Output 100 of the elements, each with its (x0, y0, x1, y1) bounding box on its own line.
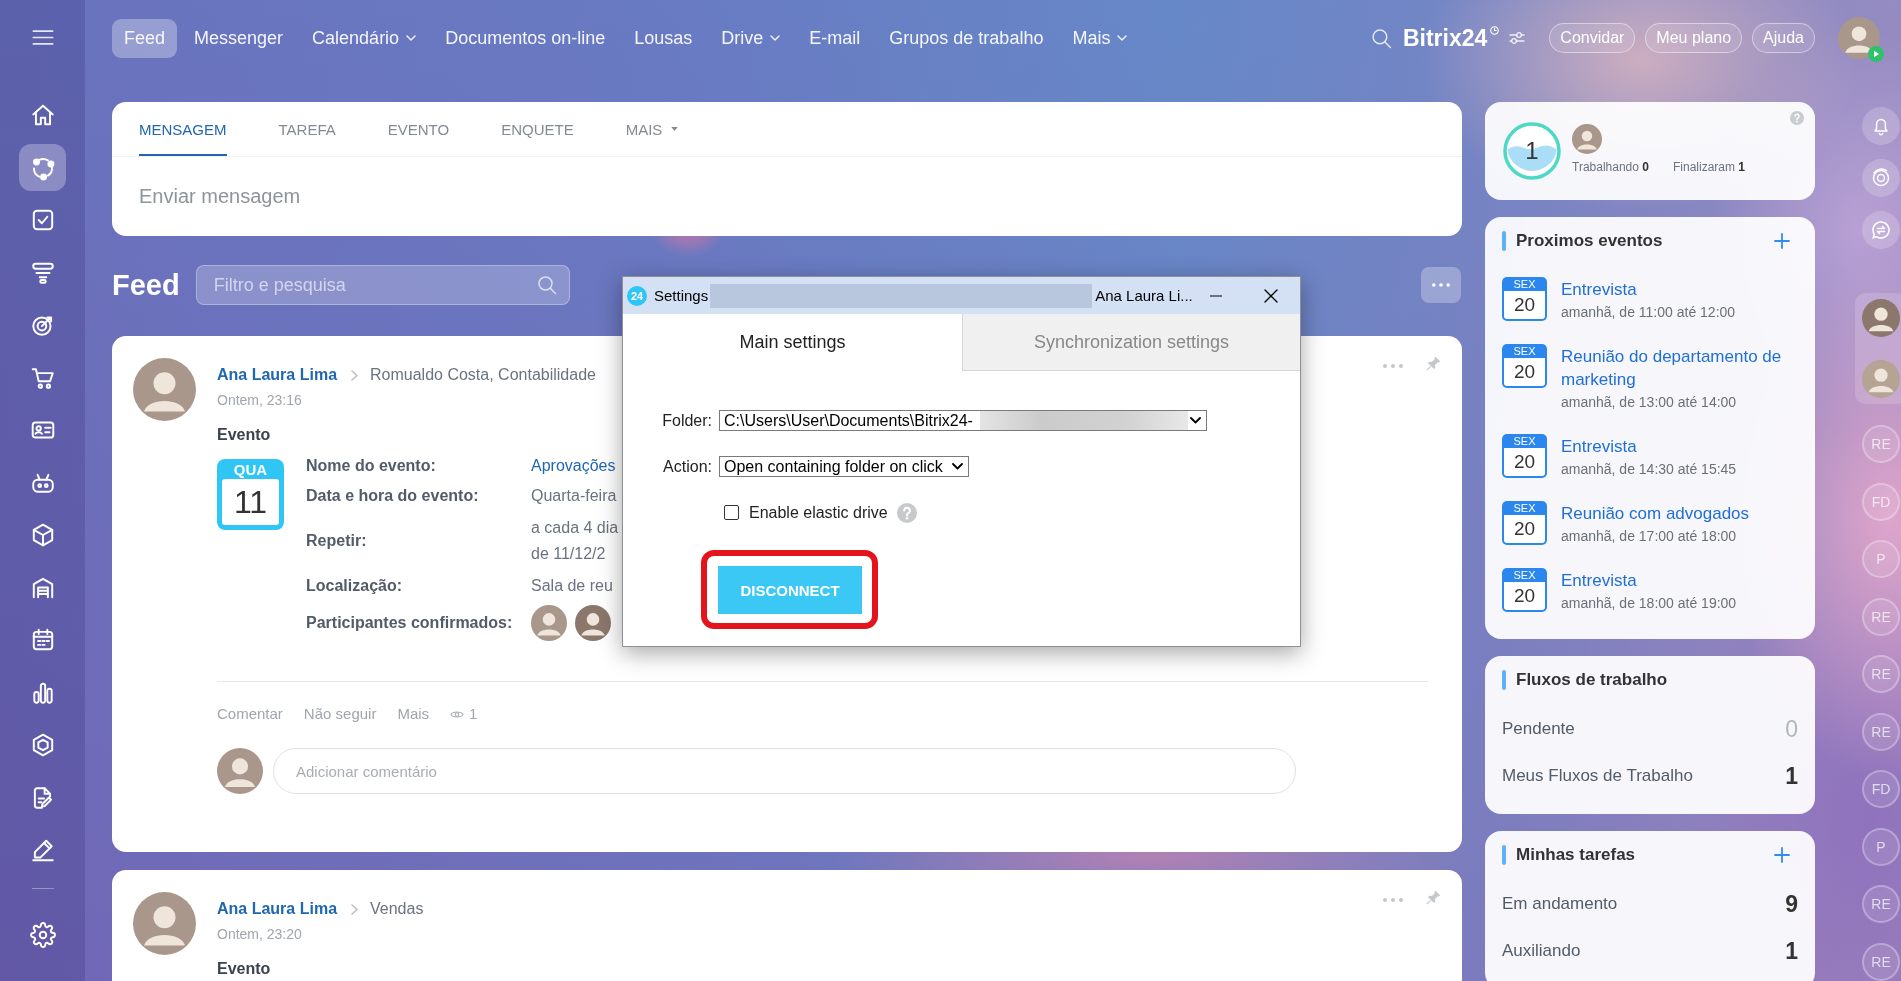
recipients-text[interactable]: Vendas (370, 900, 424, 918)
composer-tab[interactable]: ENQUETE (501, 102, 574, 156)
day-number: 20 (1504, 582, 1545, 610)
field-label: Folder: (661, 411, 712, 430)
row-count: 1 (1785, 937, 1798, 965)
contact-avatar[interactable]: RE (1862, 712, 1900, 751)
field-label: Action: (662, 457, 712, 476)
author-link[interactable]: Ana Laura Lima (217, 366, 338, 384)
message-field[interactable]: Enviar mensagem (112, 157, 1462, 236)
action-select[interactable]: Open containing folder on click (719, 456, 969, 477)
checkbox-label[interactable]: Enable elastic drive (749, 503, 888, 522)
settings-icon[interactable] (29, 921, 56, 948)
recipients-text[interactable]: Romualdo Costa, Contabilidade (370, 366, 596, 384)
dialog-tab[interactable]: Synchronization settings (962, 314, 1300, 371)
contact-avatar[interactable]: RE (1862, 597, 1900, 636)
action-link[interactable]: Mais (397, 705, 430, 723)
contact-avatar[interactable]: FD (1862, 770, 1900, 808)
chevron-right-icon (351, 903, 359, 915)
composer-tab[interactable]: TAREFA (278, 102, 336, 156)
nav-item[interactable]: Feed (112, 18, 178, 58)
plus-icon[interactable] (1774, 233, 1790, 249)
action-link[interactable]: Comentar (217, 705, 283, 723)
weekday-label: QUA (233, 460, 268, 479)
logo[interactable]: Bitrix24 (1402, 25, 1488, 51)
action-link[interactable]: Não seguir (303, 705, 377, 723)
event-link[interactable]: Reunião com advogados (1561, 502, 1750, 525)
nav-item[interactable]: E-mail (797, 18, 873, 58)
contact-avatar[interactable]: RE (1862, 942, 1900, 981)
event-time: amanhã, de 14:30 até 15:45 (1561, 460, 1737, 479)
avatar (575, 605, 611, 641)
field-label: Repetir: (306, 531, 367, 551)
row-count: 9 (1785, 890, 1798, 918)
field-label: Localização: (306, 576, 403, 596)
header-button[interactable]: Ajuda (1752, 23, 1815, 53)
composer-tab[interactable]: EVENTO (387, 102, 450, 156)
close-icon[interactable] (1264, 288, 1278, 303)
contact-avatar[interactable]: RE (1862, 655, 1900, 693)
weekday-label: SEX (1513, 501, 1536, 515)
sidebar-item[interactable] (19, 144, 66, 191)
event-link[interactable]: Reunião do departamento de marketing (1561, 345, 1798, 391)
event-time: amanhã, de 11:00 até 12:00 (1561, 303, 1736, 322)
widget-title: Minhas tarefas (1516, 845, 1636, 865)
bell-icon[interactable] (1862, 107, 1900, 145)
widget-title: Proximos eventos (1516, 231, 1663, 251)
event-time: amanhã, de 13:00 até 14:00 (1561, 393, 1737, 412)
dialog-tab[interactable]: Main settings (623, 314, 962, 371)
home-icon (29, 102, 56, 128)
nav-item[interactable]: Documentos on-line (433, 18, 618, 58)
day-number: 11 (222, 479, 279, 525)
post-time: Ontem, 23:20 (217, 925, 302, 943)
row-label[interactable]: Em andamento (1502, 894, 1618, 914)
nav-item[interactable]: Mais (1060, 18, 1140, 58)
row-label[interactable]: Auxiliando (1502, 941, 1581, 961)
clock-icon (1490, 26, 1500, 35)
search-icon[interactable] (1370, 27, 1392, 49)
header-button[interactable]: Convidar (1549, 23, 1636, 53)
dots-icon[interactable] (1383, 898, 1403, 902)
checkbox[interactable] (724, 505, 739, 520)
stat-text: Finalizaram 1 (1672, 160, 1745, 174)
eye-icon (450, 709, 465, 719)
play-badge-icon (1868, 46, 1884, 62)
tracker-count: 1 (1525, 138, 1539, 164)
dots-icon[interactable] (1383, 364, 1403, 368)
event-link[interactable]: Entrevista (1561, 435, 1637, 458)
folder-select[interactable]: C:\Users\User\Documents\Bitrix24- (719, 410, 1207, 431)
pen-icon (29, 837, 56, 863)
sliders-icon[interactable] (1509, 31, 1526, 45)
disconnect-button[interactable]: DISCONNECT (718, 566, 862, 614)
event-link[interactable]: Entrevista (1561, 278, 1637, 301)
target-icon[interactable] (1862, 159, 1900, 197)
contact-avatar[interactable]: P (1862, 827, 1900, 866)
header-button[interactable]: Meu plano (1645, 23, 1743, 53)
contact-avatar[interactable]: RE (1862, 885, 1900, 923)
nav-item[interactable]: Grupos de trabalho (877, 18, 1056, 58)
avatar (133, 358, 196, 421)
nav-item[interactable]: Calendário (300, 18, 429, 58)
day-number: 20 (1504, 515, 1545, 543)
author-link[interactable]: Ana Laura Lima (217, 900, 338, 918)
comment-field[interactable]: Adicionar comentário (273, 748, 1296, 794)
nav-item[interactable]: Drive (709, 18, 793, 58)
plus-icon[interactable] (1774, 847, 1790, 863)
row-label[interactable]: Meus Fluxos de Trabalho (1502, 766, 1693, 786)
minimize-icon[interactable] (1210, 294, 1222, 297)
app-logo: 24 (627, 285, 647, 306)
row-count: 1 (1785, 762, 1798, 790)
avatar (1838, 17, 1880, 59)
event-link[interactable]: Aprovações (531, 455, 616, 477)
row-count: 0 (1785, 715, 1798, 743)
field-value: Sala de reu (531, 576, 613, 596)
row-label[interactable]: Pendente (1502, 719, 1575, 739)
event-time: amanhã, de 18:00 até 19:00 (1561, 594, 1737, 613)
nav-item[interactable]: Messenger (182, 18, 296, 58)
tracker-ring-icon (1503, 122, 1561, 180)
field-label: Data e hora do evento: (306, 486, 479, 506)
composer-tab[interactable]: MAIS (625, 102, 679, 156)
event-link[interactable]: Entrevista (1561, 569, 1637, 592)
menu-icon[interactable] (31, 30, 54, 45)
nav-item[interactable]: Lousas (622, 18, 705, 58)
avatar (217, 748, 263, 794)
avatar (133, 892, 196, 955)
